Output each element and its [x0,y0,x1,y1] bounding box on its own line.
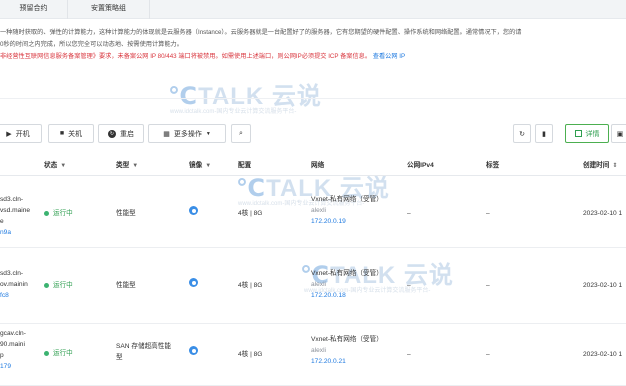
header-image[interactable]: 镜像 ▼ [189,159,211,169]
extra-button[interactable]: ▣ [611,124,626,143]
instance-name[interactable]: sd3.cln- vsd.maine e n9a [0,194,30,238]
tab-placement-group[interactable]: 安置策略组 [68,0,150,19]
description-line-2: 0秒的时间之内完成，所以您完全可以动态地、按需使用计算能力。 [0,41,183,48]
network-owner: alexli [311,281,327,288]
header-type[interactable]: 类型 ▼ [116,159,138,169]
description-line-3: 非经营性互联网信息服务备案管理》要求，未备案公网 IP 80/443 端口将被禁… [0,51,626,63]
icp-warning: 非经营性互联网信息服务备案管理》要求，未备案公网 IP 80/443 端口将被禁… [0,53,372,60]
network-name[interactable]: Vxnet-私有网络（受管） [311,268,383,279]
network-owner: alexli [311,207,327,214]
section-divider [0,98,626,99]
watermark-site: www.idctalk.com-国内专业云计算交流服务平台- [170,109,297,115]
instance-config: 4核 | 8G [238,282,263,289]
sort-icon[interactable]: ⇕ [612,163,617,169]
tags: – [486,210,490,217]
filter-icon[interactable]: ▼ [60,163,66,169]
public-ip: – [407,282,411,289]
instance-name[interactable]: sd3.cln- ov.mainin fc8 [0,268,28,301]
restart-button[interactable]: ↻ 重启 [98,124,144,143]
network-info: Vxnet-私有网络（受管） alexli 172.20.0.18 [311,268,383,301]
instance-toolbar: ▶ 开机 ■ 关机 ↻ 重启 ▦ 更多操作 ▼ ⌕ ↻ ▮ 详情 ▣ [0,124,626,144]
instance-config: 4核 | 8G [238,351,263,358]
status-dot-icon [44,282,49,288]
public-ip: – [407,351,411,358]
image-icon[interactable] [189,206,198,219]
play-icon: ▶ [6,130,12,138]
detail-label: 详情 [585,130,600,138]
table-row[interactable]: sd3.cln- vsd.maine e n9a 运行中 性能型 4核 | 8G… [0,176,626,248]
stop-icon: ■ [59,130,65,137]
restart-label: 重启 [120,130,134,138]
more-actions-label: 更多操作 [173,130,202,138]
instance-name[interactable]: gcav.cln- 90.maini p 179 [0,328,26,372]
view-public-ip-link[interactable]: 查看公网 IP [373,53,405,60]
more-icon: ▦ [163,130,170,138]
columns-icon: ▮ [542,130,546,138]
header-status[interactable]: 状态 ▼ [44,159,66,169]
start-button[interactable]: ▶ 开机 [0,124,42,143]
image-icon[interactable] [189,278,198,291]
table-row[interactable]: sd3.cln- ov.mainin fc8 运行中 性能型 4核 | 8G V… [0,248,626,324]
created-time: 2023-02-10 1 [583,282,623,289]
header-config: 配置 [238,162,252,169]
status-badge: 运行中 [44,208,73,219]
header-public-ip: 公网IPv4 [407,162,434,169]
filter-icon[interactable]: ▼ [205,163,211,169]
instance-description: 一种随时获取的、弹性的计算能力，这种计算能力的体现就是云服务器（Instance… [0,27,626,63]
network-info: Vxnet-私有网络（受管） alexli 172.20.0.21 [311,334,383,367]
grid-icon [574,130,582,137]
status-dot-icon [44,350,49,356]
instance-type: SAN 存储超高性能 型 [116,343,171,361]
search-icon: ⌕ [239,129,243,137]
status-badge: 运行中 [44,348,73,359]
description-line-1: 一种随时获取的、弹性的计算能力，这种计算能力的体现就是云服务器（Instance… [0,29,522,36]
tags: – [486,282,490,289]
watermark-logo: ℃TALK 云说 [168,83,322,110]
network-name[interactable]: Vxnet-私有网络（受管） [311,334,383,345]
monitor-icon: ▣ [616,130,624,138]
search-button[interactable]: ⌕ [231,124,251,143]
refresh-button[interactable]: ↻ [513,124,531,143]
tags: – [486,351,490,358]
public-ip: – [407,210,411,217]
header-network: 网络 [311,162,325,169]
instance-type: 性能型 [116,210,136,217]
stop-button[interactable]: ■ 关机 [48,124,94,143]
start-label: 开机 [15,130,30,138]
table-row[interactable]: gcav.cln- 90.maini p 179 运行中 SAN 存储超高性能 … [0,324,626,386]
detail-view-button[interactable]: 详情 [565,124,609,143]
network-name[interactable]: Vxnet-私有网络（受管） [311,194,383,205]
header-tags: 标签 [486,162,500,169]
network-info: Vxnet-私有网络（受管） alexli 172.20.0.19 [311,194,383,227]
header-created[interactable]: 创建时间 ⇕ [583,159,617,169]
private-ip[interactable]: 172.20.0.18 [311,290,383,301]
table-header: 状态 ▼ 类型 ▼ 镜像 ▼ 配置 网络 公网IPv4 标签 创建时间 ⇕ [0,152,626,176]
image-icon[interactable] [189,346,198,359]
instance-config: 4核 | 8G [238,210,263,217]
filter-icon[interactable]: ▼ [132,163,138,169]
status-badge: 运行中 [44,280,73,291]
refresh-icon: ↻ [519,130,525,138]
created-time: 2023-02-10 1 [583,210,623,217]
private-ip[interactable]: 172.20.0.19 [311,216,383,227]
instance-type: 性能型 [116,282,136,289]
restart-icon: ↻ [108,129,116,138]
status-dot-icon [44,210,49,216]
tab-bar: 预留合约 安置策略组 [0,0,626,19]
network-owner: alexli [311,347,327,354]
stop-label: 关机 [68,130,83,138]
tab-reserved-contract[interactable]: 预留合约 [0,0,68,19]
private-ip[interactable]: 172.20.0.21 [311,356,383,367]
chevron-down-icon: ▼ [205,130,211,137]
columns-button[interactable]: ▮ [535,124,553,143]
created-time: 2023-02-10 1 [583,351,623,358]
more-actions-button[interactable]: ▦ 更多操作 ▼ [148,124,226,143]
